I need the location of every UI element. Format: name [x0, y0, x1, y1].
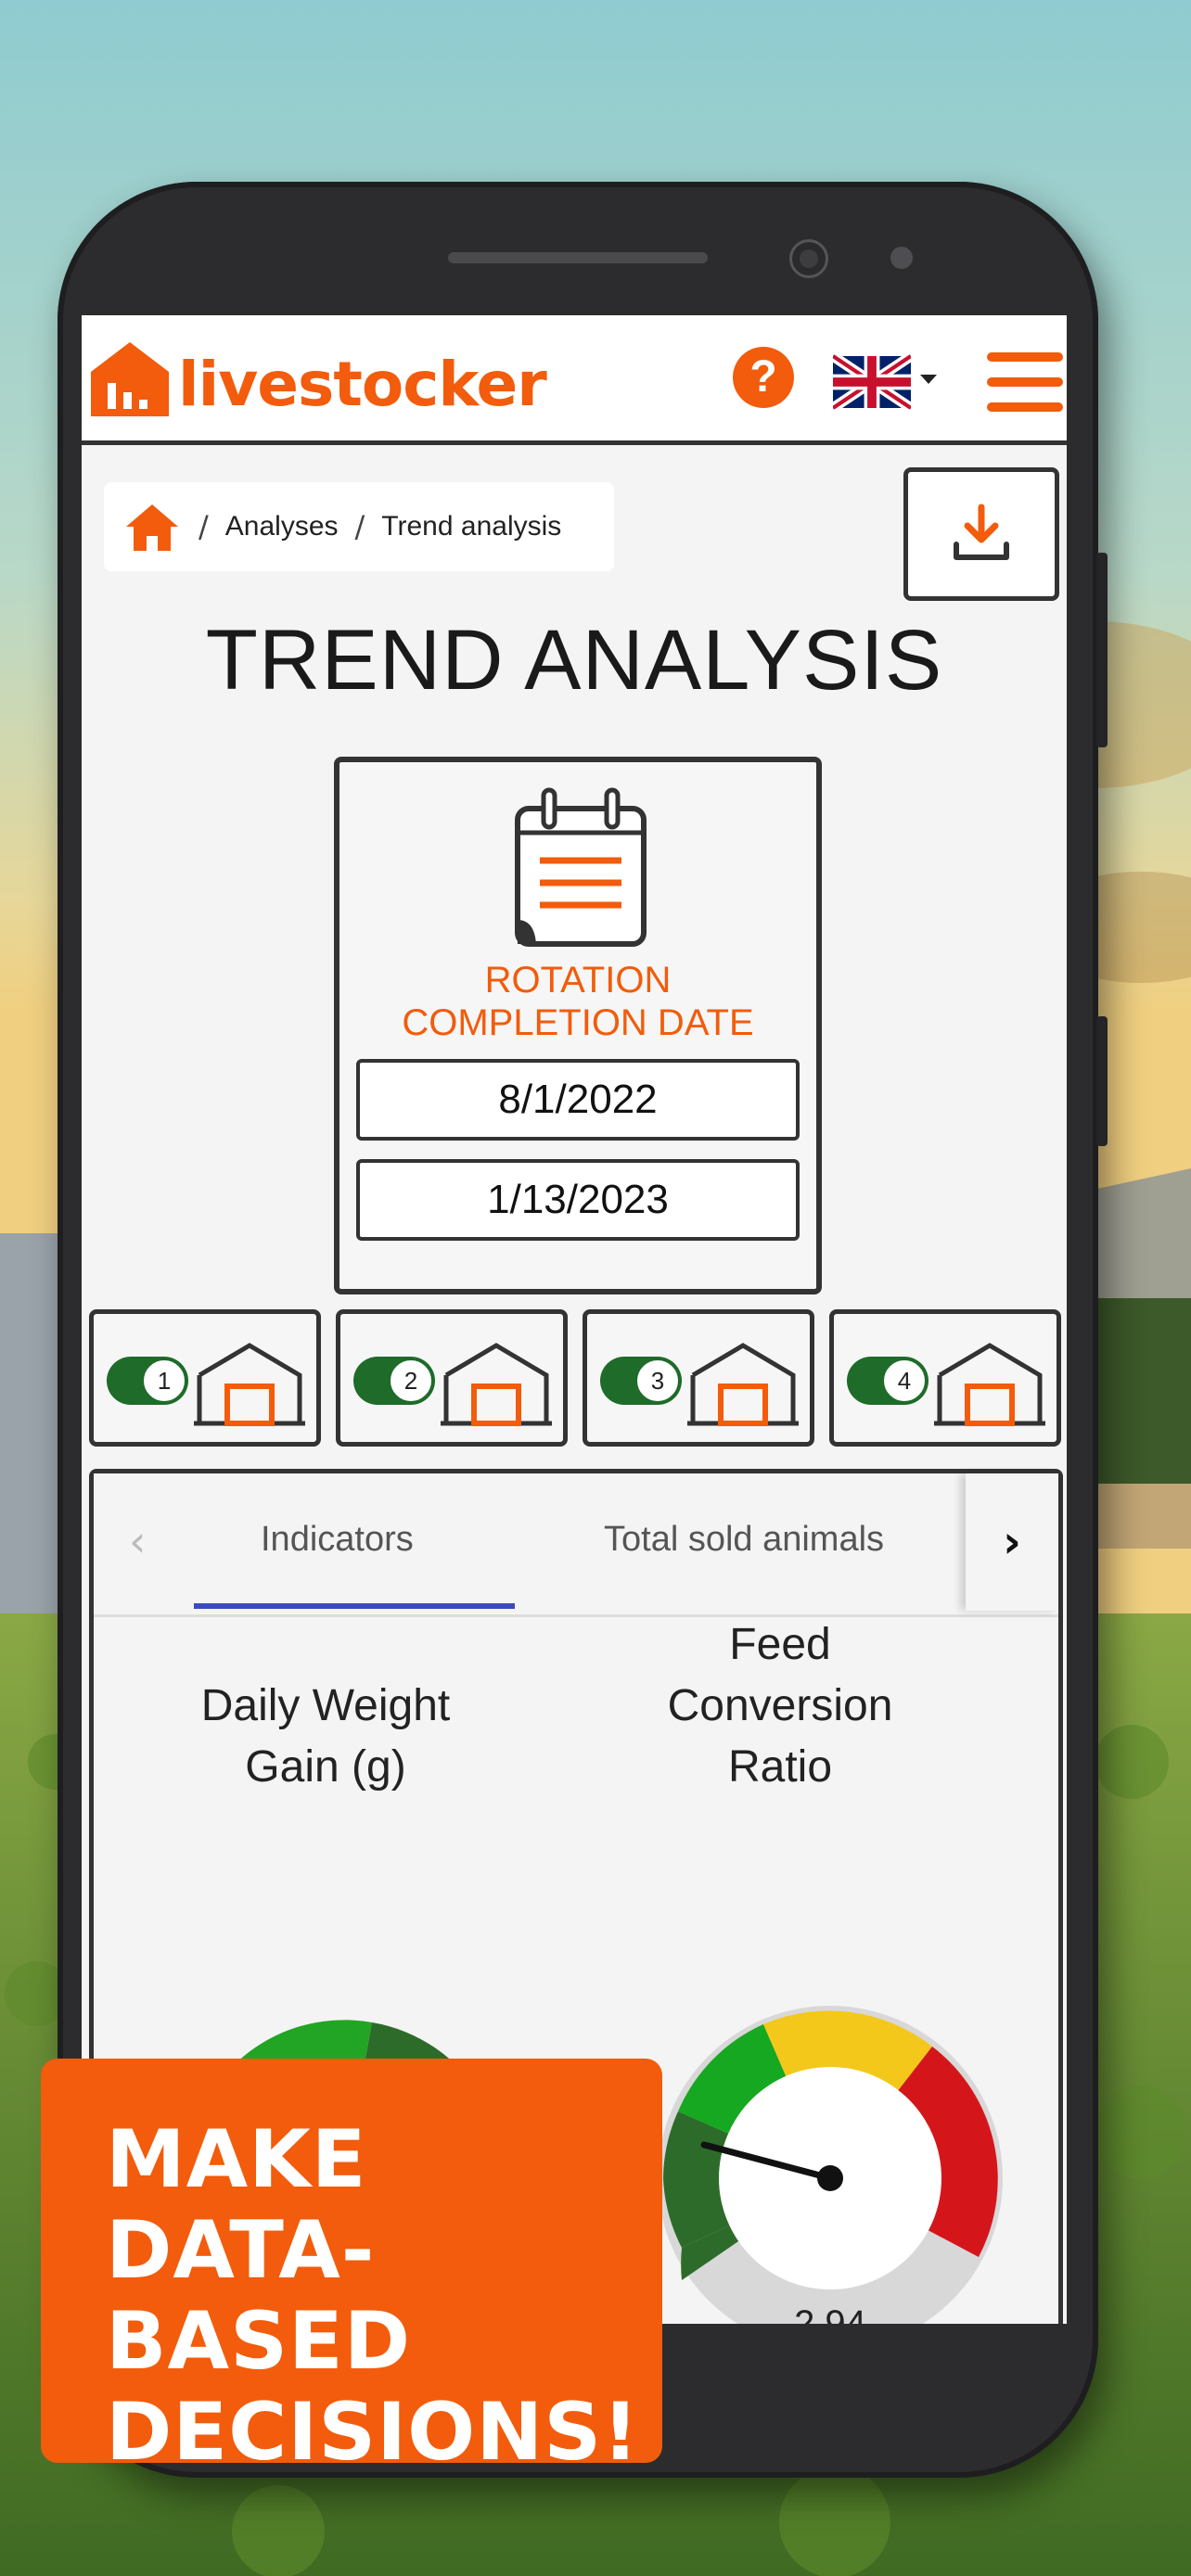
breadcrumb: / Analyses / Trend analysis	[104, 482, 614, 571]
date-filter-card: ROTATION COMPLETION DATE 8/1/2022 1/13/2…	[334, 757, 822, 1294]
tab-total-sold-animals[interactable]: Total sold animals	[604, 1520, 884, 1560]
promo-banner: MAKE DATA-BASED DECISIONS!	[41, 2059, 662, 2478]
phone-volume-button	[1096, 553, 1108, 747]
end-date-field[interactable]: 1/13/2023	[356, 1159, 800, 1241]
app-screen: livestocker ? / Analyses / Trend analysi…	[82, 315, 1067, 2324]
page-title: TREND ANALYSIS	[205, 613, 943, 708]
title-line: Conversion	[667, 1681, 893, 1730]
help-button[interactable]: ?	[733, 347, 794, 408]
barn-toggle[interactable]: 2	[353, 1357, 435, 1405]
brand-logo[interactable]: livestocker	[87, 336, 547, 420]
tab-bar: ‹ Indicators Total sold animals ›	[94, 1473, 1058, 1617]
menu-button[interactable]	[987, 352, 1063, 412]
brand-name: livestocker	[178, 349, 547, 420]
breadcrumb-analyses[interactable]: Analyses	[225, 511, 339, 542]
download-button[interactable]	[903, 467, 1059, 601]
home-icon[interactable]	[122, 501, 182, 553]
phone-sensor	[890, 247, 913, 269]
barn-toggle[interactable]: 1	[107, 1357, 188, 1405]
barn-number: 2	[389, 1358, 433, 1403]
breadcrumb-separator: /	[198, 509, 209, 544]
barn-toggle[interactable]: 4	[847, 1357, 928, 1405]
breadcrumb-separator: /	[354, 509, 365, 544]
barn-icon	[934, 1343, 1045, 1426]
tab-indicators[interactable]: Indicators	[261, 1520, 414, 1560]
uk-flag-icon[interactable]	[833, 354, 911, 410]
daily-weight-gain-title: Daily Weight Gain (g)	[159, 1676, 493, 1798]
start-date-field[interactable]: 8/1/2022	[356, 1059, 800, 1141]
menu-line	[987, 377, 1063, 387]
calendar-icon	[515, 787, 647, 947]
barn-toggle[interactable]: 3	[600, 1357, 682, 1405]
fcr-value: 2.94	[794, 2303, 866, 2324]
barn-logo-icon	[91, 341, 169, 416]
date-filter-label-line1: ROTATION	[484, 960, 672, 1001]
title-line: Feed	[729, 1620, 831, 1669]
breadcrumb-trend-analysis: Trend analysis	[381, 511, 562, 542]
feed-conversion-ratio-title: Feed Conversion Ratio	[632, 1614, 928, 1798]
barn-selector: 1 2 3 4	[89, 1309, 1063, 1448]
phone-camera	[789, 239, 828, 278]
feed-conversion-ratio-gauge: 2.94	[658, 2006, 1003, 2324]
barn-number: 3	[635, 1358, 680, 1403]
barn-card-4[interactable]: 4	[829, 1309, 1061, 1447]
barn-number: 4	[882, 1358, 927, 1403]
barn-icon	[194, 1343, 305, 1426]
app-header: livestocker ?	[82, 315, 1067, 445]
barn-number: 1	[142, 1358, 186, 1403]
tab-next-chevron-icon[interactable]: ›	[966, 1473, 1058, 1611]
barn-icon	[687, 1343, 799, 1426]
title-line: Ratio	[727, 1742, 833, 1792]
tab-prev-chevron-icon[interactable]: ‹	[129, 1516, 146, 1566]
barn-card-1[interactable]: 1	[89, 1309, 321, 1447]
banner-line-2: DATA-BASED	[106, 2204, 412, 2388]
language-caret-icon[interactable]	[920, 375, 937, 384]
menu-line	[987, 402, 1063, 412]
menu-line	[987, 352, 1063, 362]
active-tab-indicator	[194, 1603, 515, 1609]
date-filter-label-line2: COMPLETION DATE	[402, 1002, 754, 1043]
title-line: Daily Weight	[200, 1681, 451, 1730]
download-icon	[954, 504, 1009, 560]
barn-card-2[interactable]: 2	[336, 1309, 568, 1447]
barn-card-3[interactable]: 3	[583, 1309, 814, 1447]
phone-speaker	[448, 252, 708, 263]
title-line: Gain (g)	[245, 1742, 406, 1792]
phone-power-button	[1096, 1016, 1108, 1146]
banner-line-3: DECISIONS!	[106, 2386, 640, 2479]
banner-line-1: MAKE	[106, 2113, 367, 2206]
barn-icon	[441, 1343, 552, 1426]
date-filter-label: ROTATION COMPLETION DATE	[339, 959, 816, 1044]
